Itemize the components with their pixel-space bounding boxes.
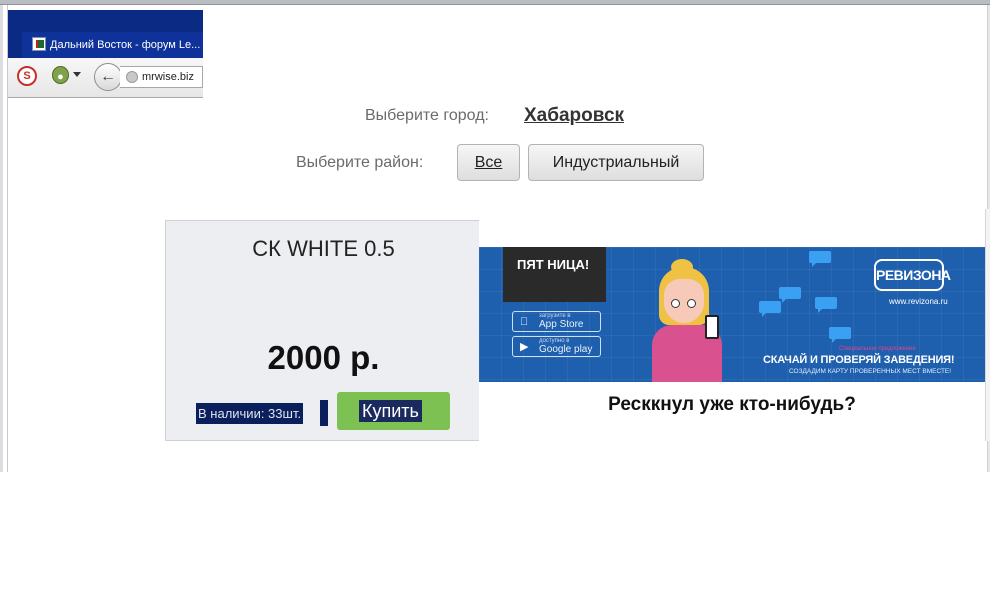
google-play-text: Google play <box>539 344 593 355</box>
district-all-button[interactable]: Все <box>457 144 520 181</box>
district-label: Выберите район: <box>296 154 424 171</box>
eye-icon <box>687 299 696 308</box>
stock-marker <box>320 400 328 426</box>
app-store-badge[interactable]:  загрузите в App Store <box>512 311 601 332</box>
url-text: mrwise.biz <box>142 71 194 83</box>
google-play-badge[interactable]: ▶ доступно в Google play <box>512 336 601 357</box>
banner-caption: Ресккнул уже кто-нибудь? <box>608 394 856 415</box>
window-top-border <box>0 0 990 5</box>
eye-icon <box>671 299 680 308</box>
revizona-logo: РЕВИЗОНА <box>874 259 951 291</box>
stock-status: В наличии: 33шт. <box>196 403 304 424</box>
chat-bubble-icon <box>815 297 837 313</box>
promo-pink-text: Специальное предложение <box>839 346 916 352</box>
banner-subslogan: СОЗДАДИМ КАРТУ ПРОВЕРЕННЫХ МЕСТ ВМЕСТЕ! <box>789 368 952 375</box>
window-left-border <box>0 5 8 472</box>
navigation-bar: S ● ← mrwise.biz <box>8 58 203 97</box>
chat-bubble-icon <box>779 287 801 303</box>
apple-icon:  <box>520 316 532 328</box>
buy-button-label: Купить <box>359 400 422 422</box>
chat-bubble-icon <box>809 251 831 267</box>
chevron-down-icon[interactable] <box>73 72 81 77</box>
favicon-icon <box>32 37 46 51</box>
banner-slogan: СКАЧАЙ И ПРОВЕРЯЙ ЗАВЕДЕНИЯ! <box>763 354 955 366</box>
city-link[interactable]: Хабаровск <box>524 105 624 127</box>
product-title: СК WHITE 0.5 <box>252 236 395 261</box>
chat-bubble-icon <box>829 327 851 343</box>
girl-illustration <box>649 259 739 382</box>
ad-block: ПЯТ НИЦА!  загрузите в App Store ▶ дост… <box>479 209 985 441</box>
buy-button[interactable]: Купить <box>337 392 450 430</box>
tab-bar: Дальний Восток - форум Le... <box>8 10 203 58</box>
face <box>664 279 704 323</box>
globe-icon <box>126 71 138 83</box>
district-industrial-button[interactable]: Индустриальный <box>528 144 704 181</box>
browser-tab[interactable]: Дальний Восток - форум Le... <box>22 32 203 58</box>
browser-chrome: Дальний Восток - форум Le... S ● ← mrwis… <box>8 10 203 98</box>
city-label: Выберите город: <box>365 107 489 124</box>
address-bar[interactable]: mrwise.biz <box>120 66 203 88</box>
phone-icon <box>705 315 719 339</box>
back-arrow-icon[interactable]: ← <box>94 63 122 91</box>
onion-icon[interactable]: ● <box>52 66 69 84</box>
friday-logo: ПЯТ НИЦА! <box>503 247 606 302</box>
stop-icon[interactable]: S <box>17 66 37 86</box>
product-card: СК WHITE 0.5 2000 р. В наличии: 33шт. Ку… <box>165 220 482 441</box>
product-price: 2000 р. <box>267 339 380 376</box>
chat-bubble-icon <box>759 301 781 317</box>
revizona-url: www.revizona.ru <box>889 297 948 306</box>
play-icon: ▶ <box>520 341 529 353</box>
app-store-text: App Store <box>539 319 584 330</box>
scrollbar-track[interactable] <box>985 209 990 441</box>
ad-banner[interactable]: ПЯТ НИЦА!  загрузите в App Store ▶ дост… <box>479 247 985 382</box>
tab-title: Дальний Восток - форум Le... <box>50 39 201 51</box>
page: Дальний Восток - форум Le... S ● ← mrwis… <box>0 0 990 598</box>
